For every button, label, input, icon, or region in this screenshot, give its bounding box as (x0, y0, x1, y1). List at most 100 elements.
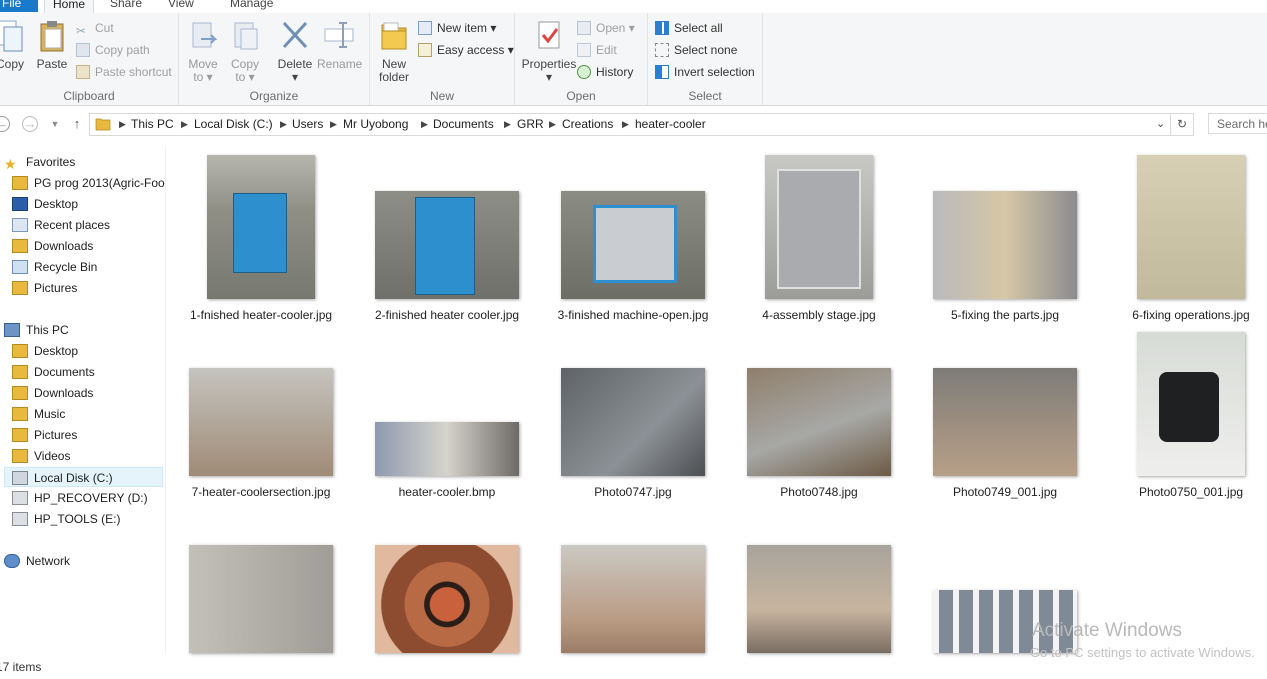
tab-home[interactable]: Home (44, 0, 95, 13)
file-item[interactable]: Photo0750_001.jpg (1101, 327, 1267, 502)
nav-pc-downloads[interactable]: Downloads (12, 383, 93, 403)
nav-favorites[interactable]: ★ Favorites (4, 152, 75, 172)
image-thumbnail (207, 155, 315, 299)
nav-pc-videos[interactable]: Videos (12, 446, 70, 466)
nav-pc-hp-tools[interactable]: HP_TOOLS (E:) (12, 509, 120, 529)
refresh-button[interactable]: ↻ (1171, 113, 1194, 136)
paste-button[interactable]: Paste (34, 19, 70, 71)
nav-pc-desktop[interactable]: Desktop (12, 341, 78, 361)
tab-view[interactable]: View (160, 0, 202, 12)
nav-pc-hp-recovery[interactable]: HP_RECOVERY (D:) (12, 488, 148, 508)
copy-path-button[interactable]: Copy path (76, 40, 150, 60)
tab-file[interactable]: File (0, 0, 38, 12)
image-thumbnail[interactable] (375, 545, 519, 653)
recent-locations-button[interactable]: ▼ (46, 115, 64, 133)
image-thumbnail (765, 155, 873, 299)
file-item[interactable]: Photo0749_001.jpg (915, 327, 1095, 502)
history-button[interactable]: History (577, 62, 633, 82)
breadcrumb-local-disk[interactable]: Local Disk (C:) (194, 114, 273, 135)
nav-pc-music[interactable]: Music (12, 404, 65, 424)
breadcrumb-documents[interactable]: Documents (433, 114, 494, 135)
breadcrumb-separator-icon: ▶ (549, 119, 556, 129)
copy-button[interactable]: Copy (0, 19, 30, 71)
ribbon: Copy Paste ✂ Cut Copy path Paste shortcut… (0, 13, 1267, 106)
file-item[interactable]: 6-fixing operations.jpg (1101, 150, 1267, 325)
nav-this-pc[interactable]: This PC (4, 320, 69, 340)
star-icon: ★ (4, 156, 17, 172)
file-item[interactable]: Photo0748.jpg (729, 327, 909, 502)
nav-fav-downloads[interactable]: Downloads (12, 236, 93, 256)
address-dropdown-icon[interactable]: ⌄ (1156, 114, 1165, 135)
rename-button[interactable]: Rename (317, 19, 362, 71)
ribbon-tabs: File Home Share View Manage (0, 0, 1267, 14)
file-item[interactable]: Photo0747.jpg (543, 327, 723, 502)
refresh-icon: ↻ (1176, 117, 1188, 131)
new-folder-button[interactable]: New folder (374, 19, 414, 84)
search-input[interactable]: Search heater-cooler (1208, 113, 1267, 134)
organize-group-label: Organize (249, 89, 299, 103)
nav-fav-recent-places[interactable]: Recent places (12, 215, 110, 235)
nav-network[interactable]: Network (4, 551, 70, 571)
file-item[interactable]: 4-assembly stage.jpg (729, 150, 909, 325)
forward-button[interactable]: → (22, 116, 38, 132)
select-all-button[interactable]: Select all (655, 18, 723, 38)
scissors-icon: ✂ (76, 24, 87, 38)
nav-fav-recycle-bin[interactable]: Recycle Bin (12, 257, 97, 277)
tab-manage[interactable]: Manage (222, 0, 281, 12)
new-item-icon (418, 21, 432, 35)
copy-to-button[interactable]: Copy to ▾ (225, 19, 265, 84)
nav-pc-documents[interactable]: Documents (12, 362, 95, 382)
breadcrumb-separator-icon: ▶ (622, 119, 629, 129)
group-organize: Move to ▾ Copy to ▾ Delete ▾ Rename Orga… (179, 13, 370, 105)
nav-pc-local-disk[interactable]: Local Disk (C:) (4, 467, 163, 487)
arrow-right-icon: → (23, 116, 37, 131)
image-thumbnail (375, 422, 519, 476)
delete-icon (282, 21, 308, 49)
address-bar[interactable]: ▶ This PC ▶ Local Disk (C:) ▶ Users ▶ Mr… (89, 113, 1171, 136)
image-thumbnail[interactable] (561, 545, 705, 653)
properties-button[interactable]: Properties ▾ (519, 19, 579, 84)
group-select: Select all Select none Invert selection … (648, 13, 763, 105)
navigation-pane: ★ Favorites PG prog 2013(Agric-Food Deskt… (0, 146, 166, 654)
downloads-folder-icon (12, 239, 28, 253)
easy-access-button[interactable]: Easy access ▾ (418, 40, 514, 60)
invert-selection-button[interactable]: Invert selection (655, 62, 755, 82)
file-item[interactable]: 5-fixing the parts.jpg (915, 150, 1095, 325)
recycle-bin-icon (12, 260, 28, 274)
file-item[interactable]: 7-heater-coolersection.jpg (171, 327, 351, 502)
chevron-down-icon: ▼ (50, 119, 60, 129)
copy-icon (0, 20, 23, 52)
image-thumbnail[interactable] (747, 545, 891, 653)
breadcrumb-heater-cooler[interactable]: heater-cooler (635, 114, 706, 135)
breadcrumb-grr[interactable]: GRR (517, 114, 544, 135)
nav-fav-desktop[interactable]: Desktop (12, 194, 78, 214)
image-thumbnail (189, 368, 333, 476)
breadcrumb-this-pc[interactable]: This PC (131, 114, 174, 135)
image-thumbnail (561, 368, 705, 476)
edit-button[interactable]: Edit (577, 40, 617, 60)
back-button[interactable]: ← (0, 116, 10, 132)
breadcrumb-separator-icon: ▶ (280, 119, 287, 129)
breadcrumb-users[interactable]: Users (292, 114, 323, 135)
nav-fav-pictures[interactable]: Pictures (12, 278, 77, 298)
move-to-button[interactable]: Move to ▾ (183, 19, 223, 84)
nav-fav-pg-prog[interactable]: PG prog 2013(Agric-Food (12, 173, 165, 193)
file-name: 5-fixing the parts.jpg (950, 308, 1060, 322)
select-none-button[interactable]: Select none (655, 40, 737, 60)
nav-pc-pictures[interactable]: Pictures (12, 425, 77, 445)
open-button[interactable]: Open ▾ (577, 18, 635, 38)
file-item[interactable]: heater-cooler.bmp (357, 327, 537, 502)
image-thumbnail[interactable] (189, 545, 333, 653)
cut-button[interactable]: ✂ Cut (76, 18, 114, 38)
breadcrumb-creations[interactable]: Creations (562, 114, 613, 135)
file-item[interactable]: 3-finished machine-open.jpg (543, 150, 723, 325)
file-item[interactable]: 1-fnished heater-cooler.jpg (171, 150, 351, 325)
new-item-button[interactable]: New item ▾ (418, 18, 496, 38)
paste-shortcut-button[interactable]: Paste shortcut (76, 62, 172, 82)
up-button[interactable]: ↑ (68, 115, 86, 133)
delete-button[interactable]: Delete ▾ (275, 19, 315, 84)
file-item[interactable]: 2-finished heater cooler.jpg (357, 150, 537, 325)
breadcrumb-user[interactable]: Mr Uyobong (343, 114, 408, 135)
tab-share[interactable]: Share (102, 0, 150, 12)
group-open: Properties ▾ Open ▾ Edit History Open (515, 13, 648, 105)
